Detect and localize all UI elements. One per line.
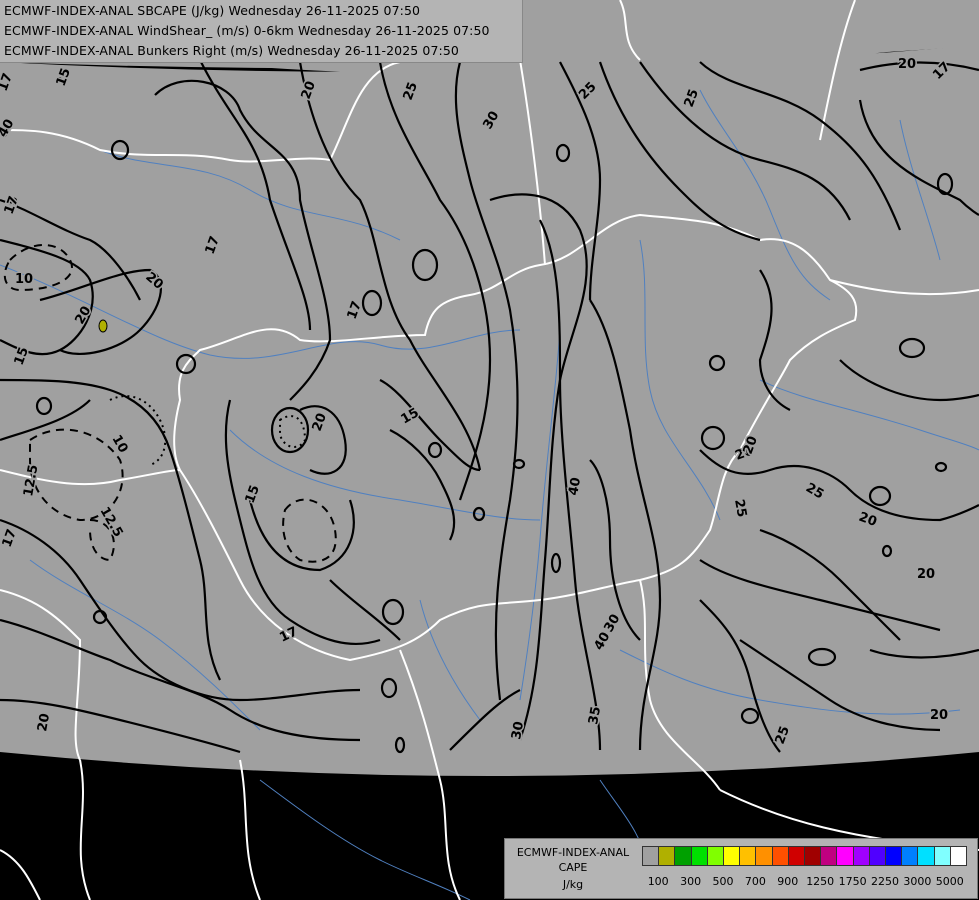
contour-label: 40 [566,476,584,496]
map-header: ECMWF-INDEX-ANAL SBCAPE (J/kg) Wednesday… [0,0,523,63]
legend-title-unit: J/kg [562,878,584,891]
legend-swatch [723,846,741,866]
cape-patch [98,319,108,333]
contour-label: 10 [15,272,33,287]
contour-label: 20 [917,567,935,582]
legend-swatch [658,846,676,866]
legend-tick-label: 3000 [903,875,932,888]
legend-swatch [706,846,724,866]
contour-label: 30 [509,720,527,740]
legend-tick-label: 300 [680,875,702,888]
legend-tick-label: 100 [647,875,669,888]
weather-map: 17 2015151020201720 2520 172530252520201520… [0,0,979,900]
contour-label: 20 [898,57,916,72]
legend-tick-label: 500 [712,875,734,888]
legend-tick-label: 1750 [838,875,867,888]
legend-title-variable: CAPE [558,861,588,874]
legend-swatch [690,846,708,866]
legend-swatch [755,846,773,866]
header-line-sbcape: ECMWF-INDEX-ANAL SBCAPE (J/kg) Wednesday… [4,3,421,18]
contour-label: 25 [731,498,749,518]
legend-swatch [804,846,822,866]
legend-swatch [901,846,919,866]
contour-label: 35 [586,705,604,725]
header-line-windshear: ECMWF-INDEX-ANAL WindShear_ (m/s) 0-6km … [4,23,490,38]
legend-tick-label: 1250 [806,875,835,888]
legend-swatch [917,846,935,866]
legend-swatch [739,846,757,866]
legend-tick-label: 900 [777,875,799,888]
legend-swatch [642,846,660,866]
legend-title-model: ECMWF-INDEX-ANAL [516,846,630,859]
legend-swatch [836,846,854,866]
legend-tick-label: 2250 [871,875,899,888]
legend-tick-label: 700 [744,875,766,888]
legend-swatch [787,846,805,866]
legend-swatch [674,846,692,866]
legend-swatch [885,846,903,866]
legend-swatch [933,846,951,866]
legend-swatch [852,846,870,866]
header-line-bunkers: ECMWF-INDEX-ANAL Bunkers Right (m/s) Wed… [4,43,459,58]
legend-swatch [771,846,789,866]
legend-swatch [820,846,838,866]
legend-swatch [949,846,967,866]
cape-legend: ECMWF-INDEX-ANAL CAPE J/kg 100 300 500 700 9… [504,838,978,899]
legend-tick-label: 5000 [935,875,964,888]
contour-label: 20 [35,712,53,732]
contour-label: 20 [930,708,948,723]
legend-swatch [868,846,886,866]
